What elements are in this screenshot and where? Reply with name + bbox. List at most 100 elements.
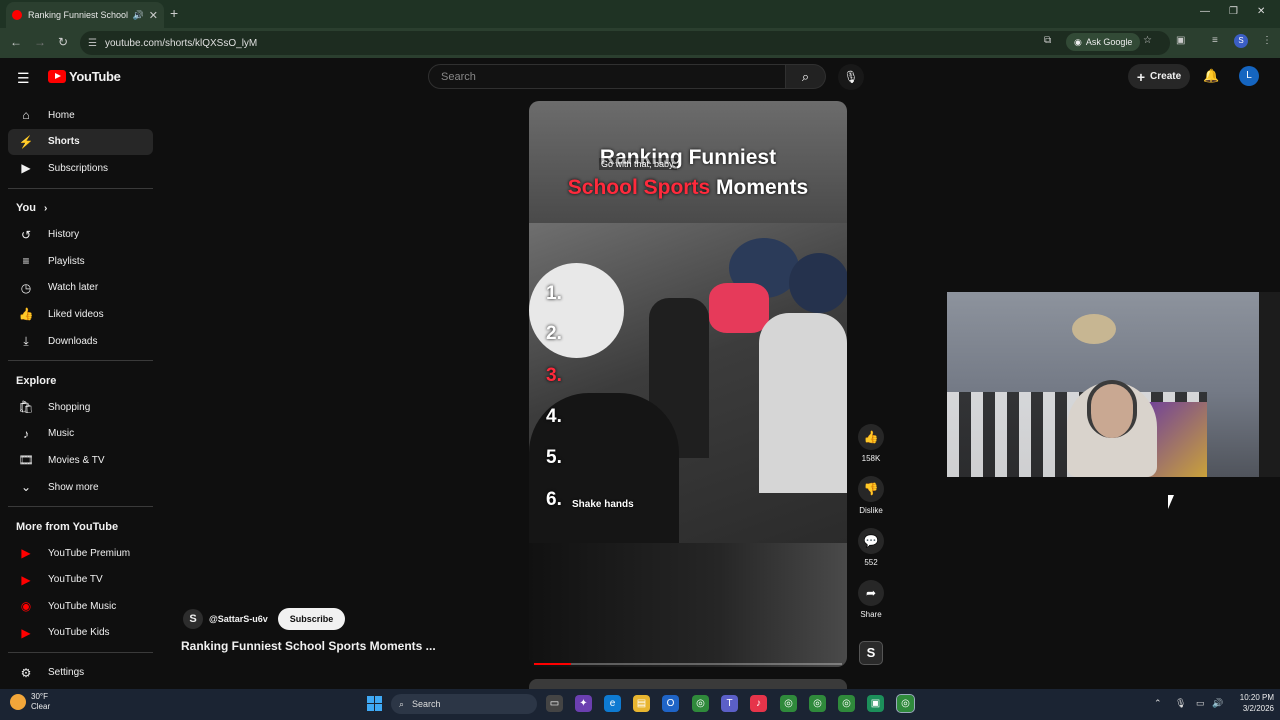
new-tab-icon[interactable]: + xyxy=(170,5,178,21)
search-input[interactable]: Search xyxy=(428,64,786,89)
sidebar-item-music[interactable]: ♪ Music xyxy=(8,421,153,448)
rank-3: 3. xyxy=(546,365,562,386)
windows-start-icon[interactable] xyxy=(367,696,382,711)
tab-title: Ranking Funniest School Sp xyxy=(28,10,128,20)
sidebar-item-label: YouTube Music xyxy=(48,600,117,612)
film-icon: 🎞 xyxy=(18,453,34,468)
short-title[interactable]: Ranking Funniest School Sports Moments .… xyxy=(181,639,436,653)
task-view-icon[interactable]: ▭ xyxy=(546,695,563,712)
media-controls-icon[interactable]: ≡ xyxy=(1212,35,1218,46)
sidebar-item-subscriptions[interactable]: ▶ Subscriptions xyxy=(8,155,153,182)
sidebar-item-youtube-premium[interactable]: ▶ YouTube Premium xyxy=(8,540,153,567)
chrome-icon[interactable]: ◎ xyxy=(692,695,709,712)
dislike-action[interactable]: 👎 Dislike xyxy=(858,476,884,515)
tray-chevron-icon[interactable]: ⌃ xyxy=(1154,698,1162,709)
weather-widget[interactable]: 30°F Clear xyxy=(10,692,50,712)
microphone-icon: 🎙 xyxy=(843,70,859,84)
sidebar-item-youtube-tv[interactable]: ▶ YouTube TV xyxy=(8,567,153,594)
search-icon: ⌕ xyxy=(801,69,810,84)
system-clock[interactable]: 10:20 PM 3/2/2026 xyxy=(1230,692,1274,714)
channel-handle[interactable]: @SattarS-u6v xyxy=(209,614,268,624)
sidebar-item-shopping[interactable]: 🛍 Shopping xyxy=(8,394,153,421)
subscribe-button[interactable]: Subscribe xyxy=(277,608,346,630)
like-action[interactable]: 👍 158K xyxy=(858,424,884,463)
store-app-icon[interactable]: ▣ xyxy=(867,695,884,712)
channel-thumbnail[interactable]: S xyxy=(859,641,883,665)
network-icon[interactable]: ▭ xyxy=(1196,698,1205,709)
minimize-icon[interactable]: — xyxy=(1200,6,1210,17)
user-avatar[interactable]: L xyxy=(1239,66,1259,86)
share-arrow-icon[interactable]: ➦ xyxy=(858,580,884,606)
youtube-tv-icon: ▶ xyxy=(21,572,31,587)
speaker-icon[interactable]: 🔊 xyxy=(133,10,144,21)
file-explorer-icon[interactable]: ▤ xyxy=(633,695,650,712)
create-button[interactable]: + Create xyxy=(1128,64,1190,89)
sidebar-item-settings[interactable]: ⚙ Settings xyxy=(8,659,153,686)
music-app-icon[interactable]: ♪ xyxy=(750,695,767,712)
microphone-tray-icon[interactable]: 🎙 xyxy=(1175,698,1186,709)
sidebar-item-watch-later[interactable]: ◷ Watch later xyxy=(8,275,153,302)
teams-icon[interactable]: T xyxy=(721,695,738,712)
comments-action[interactable]: 💬 552 xyxy=(858,528,884,567)
chrome-profile-icon[interactable]: ◎ xyxy=(838,695,855,712)
volume-icon[interactable]: 🔊 xyxy=(1212,698,1223,709)
install-app-icon[interactable]: ⧉ xyxy=(1044,35,1051,46)
sidebar-item-show-more[interactable]: ⌄ Show more xyxy=(8,474,153,501)
headset-head-shape xyxy=(1087,380,1137,438)
edge-browser-icon[interactable]: e xyxy=(604,695,621,712)
thumbs-down-icon[interactable]: 👎 xyxy=(858,476,884,502)
ask-google-button[interactable]: ◉ Ask Google xyxy=(1066,33,1141,51)
sidebar-item-downloads[interactable]: ⤓ Downloads xyxy=(8,328,153,355)
white-helmet-shape xyxy=(529,263,624,358)
red-glove-shape xyxy=(709,283,769,333)
chrome-profile-icon[interactable]: ◎ xyxy=(780,695,797,712)
close-window-icon[interactable]: ✕ xyxy=(1257,6,1265,17)
sidebar-item-youtube-music[interactable]: ◉ YouTube Music xyxy=(8,593,153,620)
taskbar-search[interactable]: ⌕ Search xyxy=(391,694,537,714)
sidebar-item-label: Playlists xyxy=(48,255,85,267)
sidebar-item-movies-tv[interactable]: 🎞 Movies & TV xyxy=(8,447,153,474)
browser-menu-icon[interactable]: ⋮ xyxy=(1262,35,1272,46)
copilot-icon[interactable]: ✦ xyxy=(575,695,592,712)
next-short-preview[interactable] xyxy=(529,679,847,689)
hamburger-menu-icon[interactable]: ☰ xyxy=(17,70,30,87)
sidebar-item-label: Watch later xyxy=(48,282,99,294)
comment-icon[interactable]: 💬 xyxy=(858,528,884,554)
back-icon[interactable]: ← xyxy=(10,35,22,49)
site-info-icon[interactable]: ☰ xyxy=(88,38,97,49)
thumbs-up-icon[interactable]: 👍 xyxy=(858,424,884,450)
address-bar[interactable]: ☰ youtube.com/shorts/klQXSsO_lyM xyxy=(80,31,1170,55)
chrome-profile-icon[interactable]: ◎ xyxy=(809,695,826,712)
weather-condition: Clear xyxy=(31,702,51,711)
sidebar-item-home[interactable]: ⌂ Home xyxy=(8,102,153,129)
close-tab-icon[interactable]: ✕ xyxy=(149,9,158,22)
side-panel-icon[interactable]: ▣ xyxy=(1176,35,1185,46)
sidebar-item-label: Movies & TV xyxy=(48,454,105,466)
sidebar-item-label: YouTube Premium xyxy=(48,547,131,559)
weather-text: 30°F Clear xyxy=(31,692,50,712)
share-action[interactable]: ➦ Share xyxy=(858,580,884,619)
reload-icon[interactable]: ↻ xyxy=(58,35,68,49)
sidebar-item-playlists[interactable]: ≡ Playlists xyxy=(8,248,153,275)
short-video-player[interactable]: Ranking Funniest Go with that, baby. Sch… xyxy=(529,101,847,667)
channel-avatar[interactable]: S xyxy=(183,609,203,629)
sidebar-item-youtube-kids[interactable]: ▶ YouTube Kids xyxy=(8,620,153,647)
search-button[interactable]: ⌕ xyxy=(786,64,826,89)
bookmark-star-icon[interactable]: ☆ xyxy=(1143,35,1152,46)
sidebar-item-shorts[interactable]: ⚡ Shorts xyxy=(8,128,153,156)
browser-tab[interactable]: Ranking Funniest School Sp 🔊 ✕ xyxy=(6,2,164,28)
voice-search-button[interactable]: 🎙 xyxy=(838,64,864,90)
like-count: 158K xyxy=(861,454,881,463)
chrome-active-icon[interactable]: ◎ xyxy=(896,694,915,713)
video-progress-bar[interactable] xyxy=(534,663,842,665)
outlook-icon[interactable]: O xyxy=(662,695,679,712)
sidebar-item-history[interactable]: ↺ History xyxy=(8,221,153,248)
sidebar-you-heading[interactable]: You › xyxy=(8,195,153,222)
sidebar-item-liked-videos[interactable]: 👍 Liked videos xyxy=(8,301,153,328)
notifications-bell-icon[interactable]: 🔔 xyxy=(1203,68,1219,84)
forward-icon[interactable]: → xyxy=(34,35,46,49)
webcam-overlay xyxy=(947,292,1280,477)
maximize-icon[interactable]: ❐ xyxy=(1229,6,1238,17)
browser-profile-avatar[interactable]: S xyxy=(1234,34,1248,48)
youtube-logo[interactable]: YouTube xyxy=(48,69,121,84)
